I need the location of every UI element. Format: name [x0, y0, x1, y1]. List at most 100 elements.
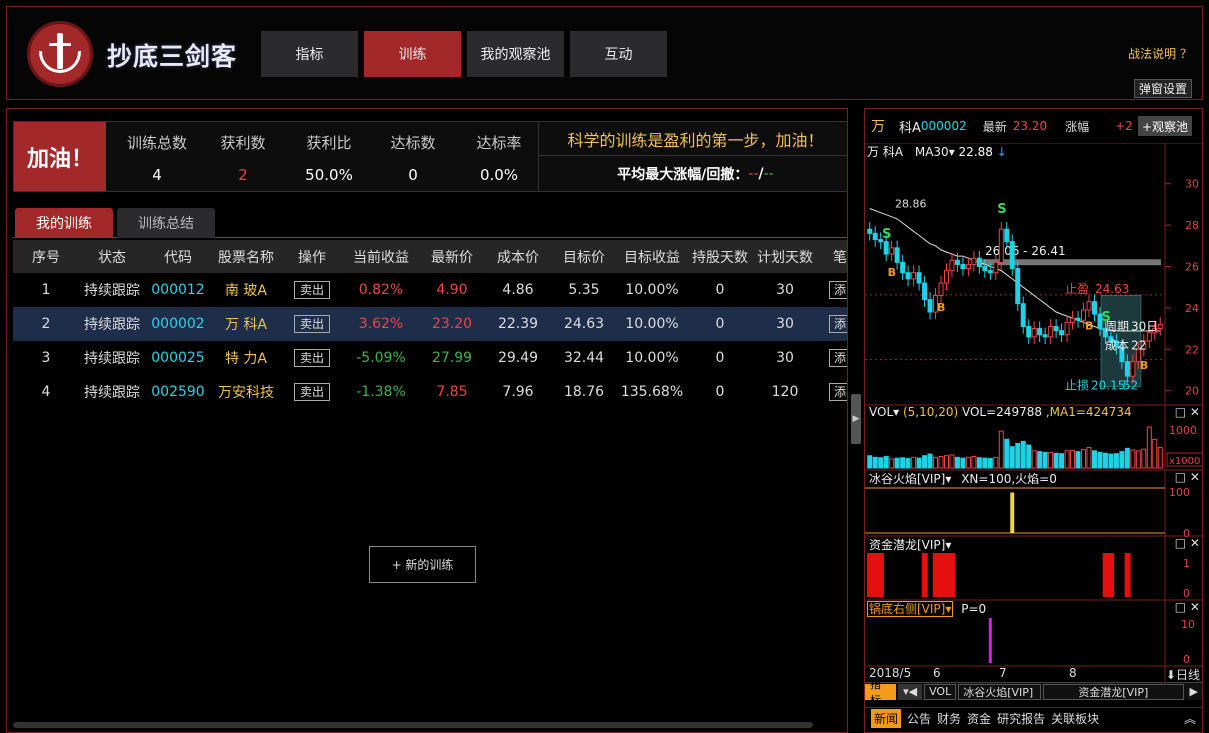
volume-bar [916, 457, 922, 469]
tab-training-summary[interactable]: 训练总结 [117, 208, 215, 238]
volume-bar [943, 455, 949, 469]
row-cost-price: 4.86 [502, 282, 534, 298]
row-target-return: 135.68% [620, 384, 684, 400]
volume-bar [1141, 448, 1147, 469]
candle-body [949, 259, 955, 272]
training-stats: 加油！ 训练总数 4 获利数 2 获利比 50.0% 达标数 0 达标率 0.0% 科学的… [13, 121, 847, 192]
volume-bar [982, 457, 988, 469]
expand-icon[interactable]: ︽ [1184, 710, 1196, 727]
ind-zijin-header: 资金潜龙[VIP]▾ □ ✕ [869, 536, 1200, 552]
table-row[interactable]: 2 持续跟踪 000002 万 科A 卖出 3.62% 23.20 22.39 24.63 10.… [13, 307, 847, 341]
candle-body [1070, 317, 1076, 323]
nav-training[interactable]: 训练 [364, 31, 461, 77]
app-title: 抄底三剑客 [107, 42, 238, 71]
sell-button[interactable]: 卖出 [293, 281, 330, 299]
row-last-price: 27.99 [431, 350, 473, 366]
buy-signal: B [1140, 359, 1148, 372]
next-tab-icon[interactable]: ▶ [1186, 684, 1202, 700]
volume-bar [1102, 452, 1108, 469]
volume-bar [1081, 449, 1087, 469]
tab-research[interactable]: 研究报告 [997, 710, 1045, 727]
table-row[interactable]: 3 持续跟踪 000025 特 力A 卖出 -5.09% 27.99 29.49 32.44 10… [13, 341, 847, 375]
add-button[interactable]: 添 [828, 383, 847, 401]
tab-vol[interactable]: VOL [924, 683, 957, 700]
ind-bingu-header: 冰谷火焰[VIP]▾ XN=100,火焰=0 □ ✕ [869, 470, 1200, 486]
table-row[interactable]: 1 持续跟踪 000012 南 玻A 卖出 0.82% 4.90 4.86 5.35 10.00%… [13, 273, 847, 307]
ind-bingu-controls[interactable]: □ ✕ [1175, 470, 1200, 484]
candle-body [894, 247, 900, 263]
tab-announcements[interactable]: 公告 [907, 710, 931, 727]
ind-zijin-controls[interactable]: □ ✕ [1175, 536, 1200, 550]
row-cost-price: 29.49 [497, 350, 539, 366]
volume-bar [1048, 451, 1054, 469]
nav-interact[interactable]: 互动 [570, 31, 667, 77]
row-current-return: -5.09% [356, 350, 406, 366]
table-row[interactable]: 4 持续跟踪 002590 万安科技 卖出 -1.38% 7.85 7.96 18.76 135.… [13, 375, 847, 409]
volume-bar [938, 456, 944, 469]
candle-body [1075, 317, 1081, 321]
tab-news[interactable]: 新闻 [871, 709, 902, 728]
nav-watch-pool[interactable]: 我的观察池 [467, 31, 564, 77]
horizontal-scrollbar[interactable] [13, 722, 813, 728]
candle-body [982, 265, 988, 272]
y-tick-label: 22 [1185, 343, 1199, 356]
tab-bingu[interactable]: 冰谷火焰[VIP] [958, 683, 1042, 700]
panel-collapse-handle[interactable]: ▶ [851, 394, 861, 444]
tab-finance[interactable]: 财务 [937, 710, 961, 727]
popup-settings-button[interactable]: 弹窗设置 [1134, 79, 1192, 98]
row-last-price: 23.20 [431, 316, 473, 332]
ind-guodi-controls[interactable]: □ ✕ [1175, 600, 1200, 614]
row-last-price: 4.90 [436, 282, 468, 298]
strategy-help-link[interactable]: 战法说明 ？ [1128, 45, 1192, 62]
table-header: 序号 状态 代码 股票名称 操作 当前收益 最新价 成本价 目标价 目标收益 持… [13, 240, 847, 273]
tab-indicators[interactable]: 指标 [865, 678, 897, 707]
volume-bar [1097, 451, 1103, 469]
period-selector[interactable]: ⬇日线 [1166, 666, 1200, 683]
sell-signal: S [882, 227, 891, 242]
row-index: 3 [41, 350, 51, 366]
row-name: 万 科A [224, 317, 268, 333]
indicator-tab-bar: 指标 ▾◀ VOL 冰谷火焰[VIP] 资金潜龙[VIP] ▶ [865, 678, 1202, 707]
sell-button[interactable]: 卖出 [293, 315, 330, 333]
tab-capital[interactable]: 资金 [967, 710, 991, 727]
kline-chart-area[interactable]: 30 28 26 24 22 20 26.06 - 26.41 B B B B S S S 28.86 止盈 2… [865, 143, 1202, 732]
stat-target-rate: 达标率 0.0% [476, 134, 522, 184]
row-cost-price: 22.39 [497, 316, 539, 332]
buy-signal: B [1085, 320, 1093, 333]
tab-sectors[interactable]: 关联板块 [1051, 710, 1099, 727]
row-add: 添 [817, 315, 847, 333]
new-training-button[interactable]: + 新的训练 [369, 546, 476, 583]
vol-window-controls[interactable]: □ ✕ [1175, 405, 1200, 419]
nav-indicator[interactable]: 指标 [261, 31, 358, 77]
volume-bar [1037, 451, 1043, 469]
ind2-bar [1108, 553, 1115, 597]
add-button[interactable]: 添 [828, 349, 847, 367]
vol-header: VOL▾ (5,10,20) VOL=249788 ,MA1=424734 □ … [869, 405, 1200, 419]
y-tick-label: 20 [1185, 385, 1199, 398]
tab-zijin[interactable]: 资金潜龙[VIP] [1043, 683, 1184, 700]
candle-body [993, 261, 999, 274]
row-sell: 卖出 [281, 281, 343, 299]
row-plan-days: 120 [771, 384, 799, 400]
add-button[interactable]: 添 [828, 315, 847, 333]
tab-menu-icon[interactable]: ▾◀ [898, 683, 923, 700]
candle-body [943, 270, 949, 284]
volume-bar [1026, 444, 1032, 469]
sell-button[interactable]: 卖出 [293, 383, 330, 401]
sell-button[interactable]: 卖出 [293, 349, 330, 367]
add-watch-pool-button[interactable]: +观察池 [1137, 116, 1192, 136]
candle-body [965, 263, 971, 270]
add-button[interactable]: 添 [828, 281, 847, 299]
volume-bar [900, 457, 906, 469]
cost-value: 22 [1131, 338, 1146, 352]
tab-my-training[interactable]: 我的训练 [15, 208, 113, 238]
row-status: 持续跟踪 [84, 283, 140, 299]
candle-body [927, 299, 933, 313]
row-target-price: 24.63 [563, 316, 605, 332]
candle-body [960, 263, 966, 270]
ind2-tick-label: 0 [1183, 587, 1190, 600]
range-band [981, 259, 1161, 266]
candle-body [971, 257, 977, 265]
volume-bar [998, 430, 1004, 469]
volume-bar [1152, 438, 1158, 469]
